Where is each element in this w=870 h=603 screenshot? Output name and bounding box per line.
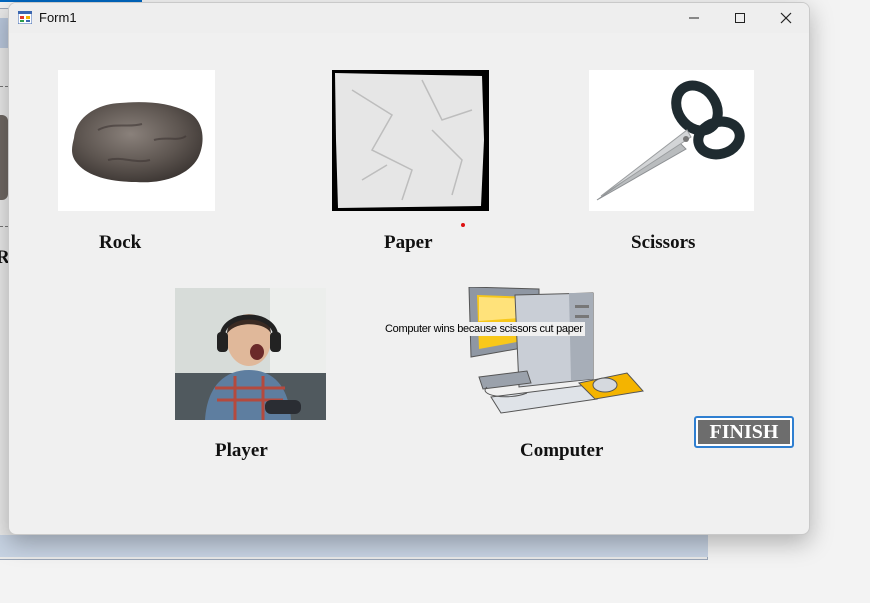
scissors-image — [596, 80, 745, 201]
title-bar[interactable]: Form1 — [9, 3, 809, 33]
paper-label: Paper — [384, 232, 433, 253]
result-message: Computer wins because scissors cut paper — [383, 322, 585, 336]
close-button[interactable] — [763, 3, 809, 33]
background-rock-image — [0, 115, 8, 200]
minimize-button[interactable] — [671, 3, 717, 33]
close-icon — [780, 12, 792, 24]
background-divider — [0, 226, 8, 227]
finish-button-label: FINISH — [698, 420, 790, 444]
minimize-icon — [689, 17, 699, 19]
maximize-button[interactable] — [717, 3, 763, 33]
scissors-label: Scissors — [631, 232, 696, 253]
app-icon — [18, 11, 32, 24]
rock-image — [72, 102, 203, 183]
scissors-picture[interactable] — [589, 70, 754, 211]
background-window-strip — [0, 18, 8, 48]
computer-image — [468, 287, 644, 414]
rock-label: Rock — [99, 232, 142, 253]
player-photo — [175, 288, 326, 420]
red-dot-marker — [461, 223, 465, 227]
background-window-edge — [0, 535, 708, 557]
paper-picture[interactable] — [332, 70, 489, 211]
player-label: Player — [215, 440, 268, 461]
maximize-icon — [735, 13, 745, 23]
computer-label: Computer — [520, 440, 604, 461]
paper-image — [335, 73, 484, 208]
computer-picture — [467, 287, 647, 423]
form-window: Form1 Rock Paper Scissors Player Compute… — [8, 2, 810, 535]
player-picture — [175, 288, 326, 420]
background-divider — [0, 86, 8, 87]
window-title: Form1 — [39, 10, 77, 25]
finish-button[interactable]: FINISH — [694, 416, 794, 448]
rock-picture[interactable] — [58, 70, 215, 211]
